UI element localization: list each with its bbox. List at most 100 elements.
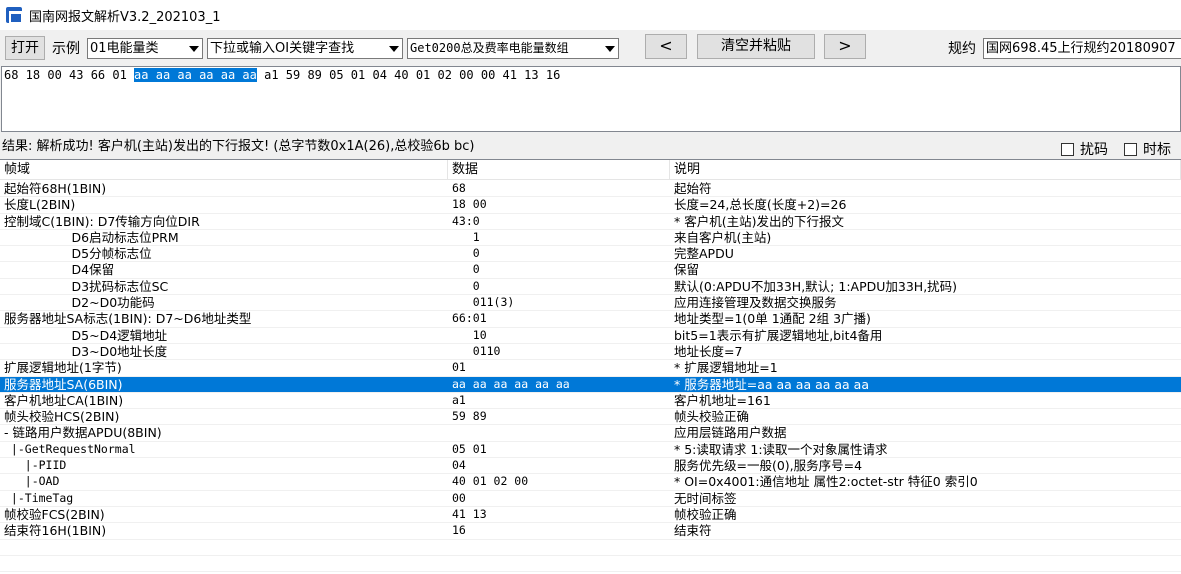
cell-data: a1: [452, 392, 466, 407]
cell-data: 011(3): [452, 295, 515, 310]
table-row[interactable]: |-OAD 40 01 02 00 * OI=0x4001:通信地址 属性2:oct…: [0, 474, 1181, 491]
parse-result-table[interactable]: 帧域 数据 说明 起始符68H(1BIN) 68 起始符 长度L(2BIN) 18 00…: [0, 159, 1181, 574]
cell-field: 帧头校验HCS(2BIN): [4, 409, 120, 425]
table-row[interactable]: 客户机地址CA(1BIN) a1 客户机地址=161: [0, 392, 1181, 410]
cell-description: 地址长度=7: [674, 343, 743, 359]
cell-description: 完整APDU: [674, 246, 734, 262]
checkbox-box[interactable]: [1124, 142, 1137, 156]
cell-field: 结束符16H(1BIN): [4, 523, 107, 539]
cell-description: 地址类型=1(0单 1通配 2组 3广播): [674, 311, 871, 327]
cell-field: 帧校验FCS(2BIN): [4, 506, 105, 522]
table-row[interactable]: [0, 556, 1181, 573]
cell-data: 66:01: [452, 311, 487, 326]
table-row[interactable]: [0, 540, 1181, 556]
cell-field: D5~D4逻辑地址: [4, 327, 168, 343]
cell-data: 01: [452, 360, 466, 375]
cell-field: 客户机地址CA(1BIN): [4, 392, 124, 408]
example-select[interactable]: 01电能量类: [87, 38, 203, 59]
result-bar: 结果: 解析成功! 客户机(主站)发出的下行报文! (总字节数0x1A(26),…: [0, 136, 1181, 158]
protocol-select-value: 国网698.45上行规约20180907: [986, 41, 1176, 56]
cell-data: 04: [452, 458, 466, 473]
cell-description: bit5=1表示有扩展逻辑地址,bit4备用: [674, 327, 883, 343]
table-header: 帧域 数据 说明: [0, 160, 1181, 180]
message-select[interactable]: Get0200总及费率电能量数组: [407, 38, 619, 59]
table-row[interactable]: 帧校验FCS(2BIN) 41 13 帧校验正确: [0, 506, 1181, 524]
cell-description: 来自客户机(主站): [674, 229, 772, 245]
hex-text-selected: aa aa aa aa aa aa: [134, 68, 257, 82]
cell-field: 扩展逻辑地址(1字节): [4, 360, 122, 376]
table-row[interactable]: 扩展逻辑地址(1字节) 01 * 扩展逻辑地址=1: [0, 360, 1181, 377]
table-row[interactable]: 服务器地址SA标志(1BIN): D7~D6地址类型 66:01 地址类型=1(0单…: [0, 311, 1181, 328]
table-row[interactable]: 起始符68H(1BIN) 68 起始符: [0, 181, 1181, 198]
cell-data: 0: [452, 246, 480, 261]
oi-search-value: 下拉或输入OI关键字查找: [210, 41, 355, 56]
chevron-down-icon[interactable]: [185, 39, 202, 58]
table-row[interactable]: D3扰码标志位SC 0 默认(0:APDU不加33H,默认; 1:APDU加33H…: [0, 278, 1181, 296]
column-header-field[interactable]: 帧域: [0, 160, 448, 180]
table-row[interactable]: D3~D0地址长度 0110 地址长度=7: [0, 343, 1181, 361]
cell-description: 结束符: [674, 523, 712, 539]
cell-data: 1: [452, 229, 480, 244]
table-row[interactable]: |-PIID 04 服务优先级=一般(0),服务序号=4: [0, 458, 1181, 475]
chevron-down-icon[interactable]: [601, 39, 618, 58]
cell-description: 无时间标签: [674, 490, 737, 506]
cell-field: |-PIID: [4, 458, 67, 473]
cell-description: 应用连接管理及数据交换服务: [674, 295, 837, 311]
protocol-label: 规约: [948, 41, 976, 57]
cell-description: 起始符: [674, 181, 712, 196]
message-select-value: Get0200总及费率电能量数组: [410, 41, 569, 55]
cell-description: 帧头校验正确: [674, 409, 750, 425]
cell-field: 起始符68H(1BIN): [4, 181, 107, 196]
oi-search-combo[interactable]: 下拉或输入OI关键字查找: [207, 38, 403, 59]
table-row[interactable]: D5~D4逻辑地址 10 bit5=1表示有扩展逻辑地址,bit4备用: [0, 328, 1181, 344]
protocol-select[interactable]: 国网698.45上行规约20180907: [983, 38, 1181, 59]
cell-data: 59 89: [452, 409, 487, 424]
previous-button[interactable]: <: [645, 34, 687, 59]
cell-data: 40 01 02 00: [452, 474, 529, 489]
toolbar: 打开 示例 01电能量类 下拉或输入OI关键字查找 Get0200总及费率电能量…: [0, 30, 1181, 66]
hex-input[interactable]: 68 18 00 43 66 01 aa aa aa aa aa aa a1 5…: [1, 66, 1181, 132]
checkbox-box[interactable]: [1061, 142, 1074, 156]
result-text: 结果: 解析成功! 客户机(主站)发出的下行报文! (总字节数0x1A(26),…: [2, 139, 475, 154]
cell-field: 控制域C(1BIN): D7传输方向位DIR: [4, 213, 200, 229]
app-icon: [6, 7, 23, 24]
table-row[interactable]: 帧头校验HCS(2BIN) 59 89 帧头校验正确: [0, 409, 1181, 426]
table-row[interactable]: 控制域C(1BIN): D7传输方向位DIR 43:0 * 客户机(主站)发出的下行…: [0, 214, 1181, 230]
cell-data: 43:0: [452, 213, 480, 228]
cell-data: 0: [452, 262, 480, 277]
timetag-label: 时标: [1143, 142, 1171, 158]
cell-data: 41 13: [452, 506, 487, 521]
table-row[interactable]: 服务器地址SA(6BIN) aa aa aa aa aa aa * 服务器地址=aa…: [0, 376, 1181, 393]
table-row[interactable]: |-GetRequestNormal 05 01 * 5:读取请求 1:读取一个对象…: [0, 441, 1181, 459]
cell-description: * OI=0x4001:通信地址 属性2:octet-str 特征0 索引0: [674, 474, 978, 490]
table-row[interactable]: 结束符16H(1BIN) 16 结束符: [0, 523, 1181, 540]
table-row[interactable]: D2~D0功能码 011(3) 应用连接管理及数据交换服务: [0, 295, 1181, 312]
open-button[interactable]: 打开: [5, 36, 45, 60]
cell-data: 0: [452, 278, 480, 293]
table-row[interactable]: 长度L(2BIN) 18 00 长度=24,总长度(长度+2)=26: [0, 197, 1181, 214]
clear-and-paste-button[interactable]: 清空并粘贴: [697, 34, 815, 59]
next-button[interactable]: >: [824, 34, 866, 59]
column-header-data[interactable]: 数据: [448, 160, 670, 180]
cell-field: |-GetRequestNormal: [4, 441, 136, 456]
column-header-description[interactable]: 说明: [670, 160, 1181, 180]
cell-data: 05 01: [452, 441, 487, 456]
timetag-checkbox[interactable]: 时标: [1124, 139, 1171, 159]
cell-data: 00: [452, 490, 466, 505]
scramble-checkbox[interactable]: 扰码: [1061, 139, 1108, 159]
cell-data: 0110: [452, 343, 501, 358]
cell-description: * 扩展逻辑地址=1: [674, 360, 778, 376]
cell-description: 保留: [674, 262, 700, 278]
table-row[interactable]: D5分帧标志位 0 完整APDU: [0, 246, 1181, 263]
cell-description: * 客户机(主站)发出的下行报文: [674, 213, 844, 229]
cell-description: 长度=24,总长度(长度+2)=26: [674, 197, 847, 213]
window-title: 国南网报文解析V3.2_202103_1: [29, 9, 221, 25]
cell-field: - 链路用户数据APDU(8BIN): [4, 425, 162, 441]
chevron-down-icon[interactable]: [385, 39, 402, 58]
scramble-label: 扰码: [1080, 142, 1108, 158]
table-row[interactable]: |-TimeTag 00 无时间标签: [0, 491, 1181, 507]
cell-field: D4保留: [4, 262, 115, 278]
table-row[interactable]: D6启动标志位PRM 1 来自客户机(主站): [0, 229, 1181, 247]
table-row[interactable]: - 链路用户数据APDU(8BIN) 应用层链路用户数据: [0, 425, 1181, 442]
table-row[interactable]: D4保留 0 保留: [0, 262, 1181, 279]
